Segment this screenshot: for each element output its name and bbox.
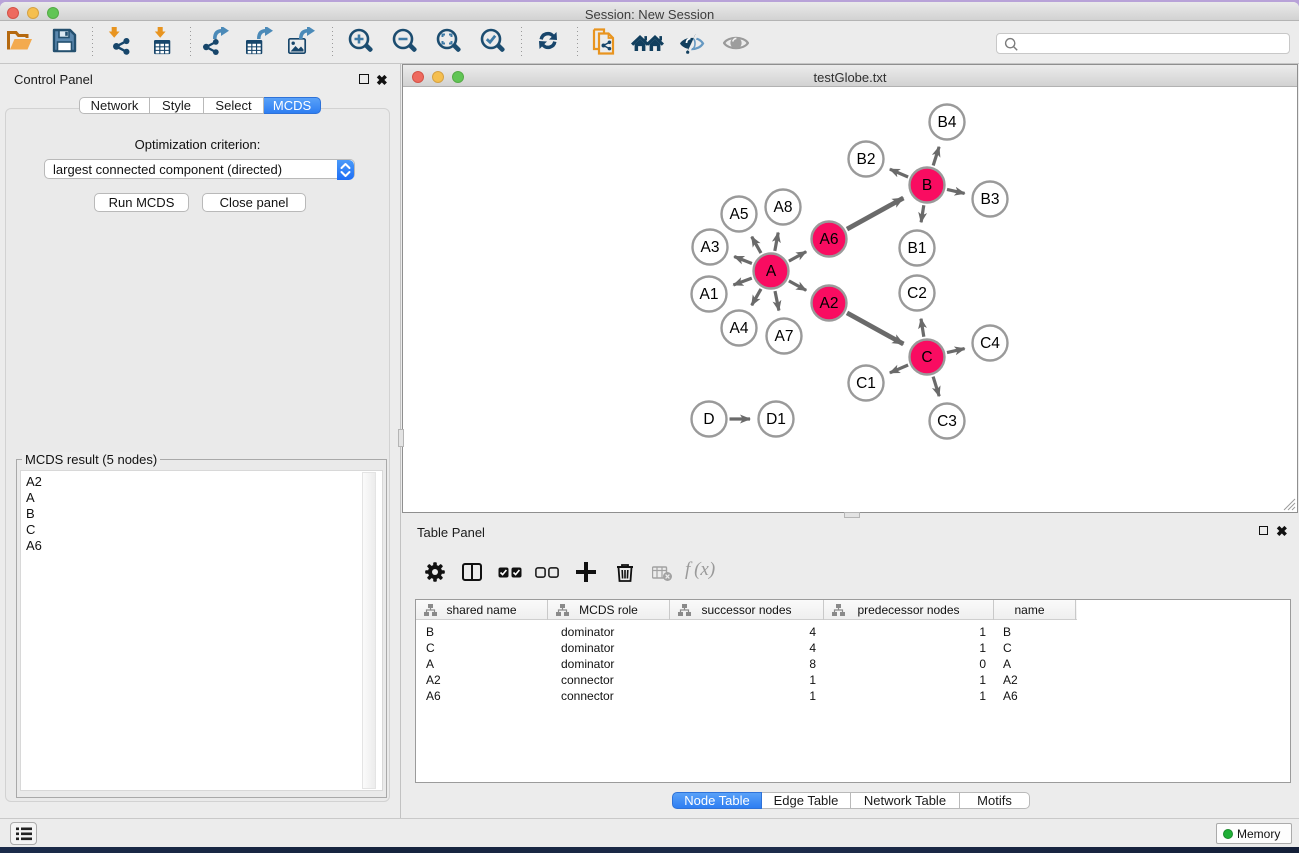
svg-text:A7: A7: [775, 328, 794, 345]
svg-text:A: A: [766, 263, 777, 280]
svg-text:B3: B3: [981, 191, 1000, 208]
svg-text:B2: B2: [857, 151, 876, 168]
svg-text:A4: A4: [730, 320, 749, 337]
svg-text:C4: C4: [980, 335, 1000, 352]
svg-text:A5: A5: [730, 206, 749, 223]
svg-text:C3: C3: [937, 413, 957, 430]
svg-text:B: B: [922, 177, 932, 194]
svg-text:C: C: [921, 349, 932, 366]
svg-text:C1: C1: [856, 375, 876, 392]
svg-text:B1: B1: [908, 240, 927, 257]
svg-text:C2: C2: [907, 285, 927, 302]
svg-text:D1: D1: [766, 411, 786, 428]
svg-text:B4: B4: [938, 114, 957, 131]
svg-text:D: D: [703, 411, 714, 428]
svg-text:A6: A6: [820, 231, 839, 248]
svg-text:A8: A8: [774, 199, 793, 216]
svg-text:A3: A3: [701, 239, 720, 256]
svg-text:A2: A2: [820, 295, 839, 312]
svg-text:A1: A1: [700, 286, 719, 303]
